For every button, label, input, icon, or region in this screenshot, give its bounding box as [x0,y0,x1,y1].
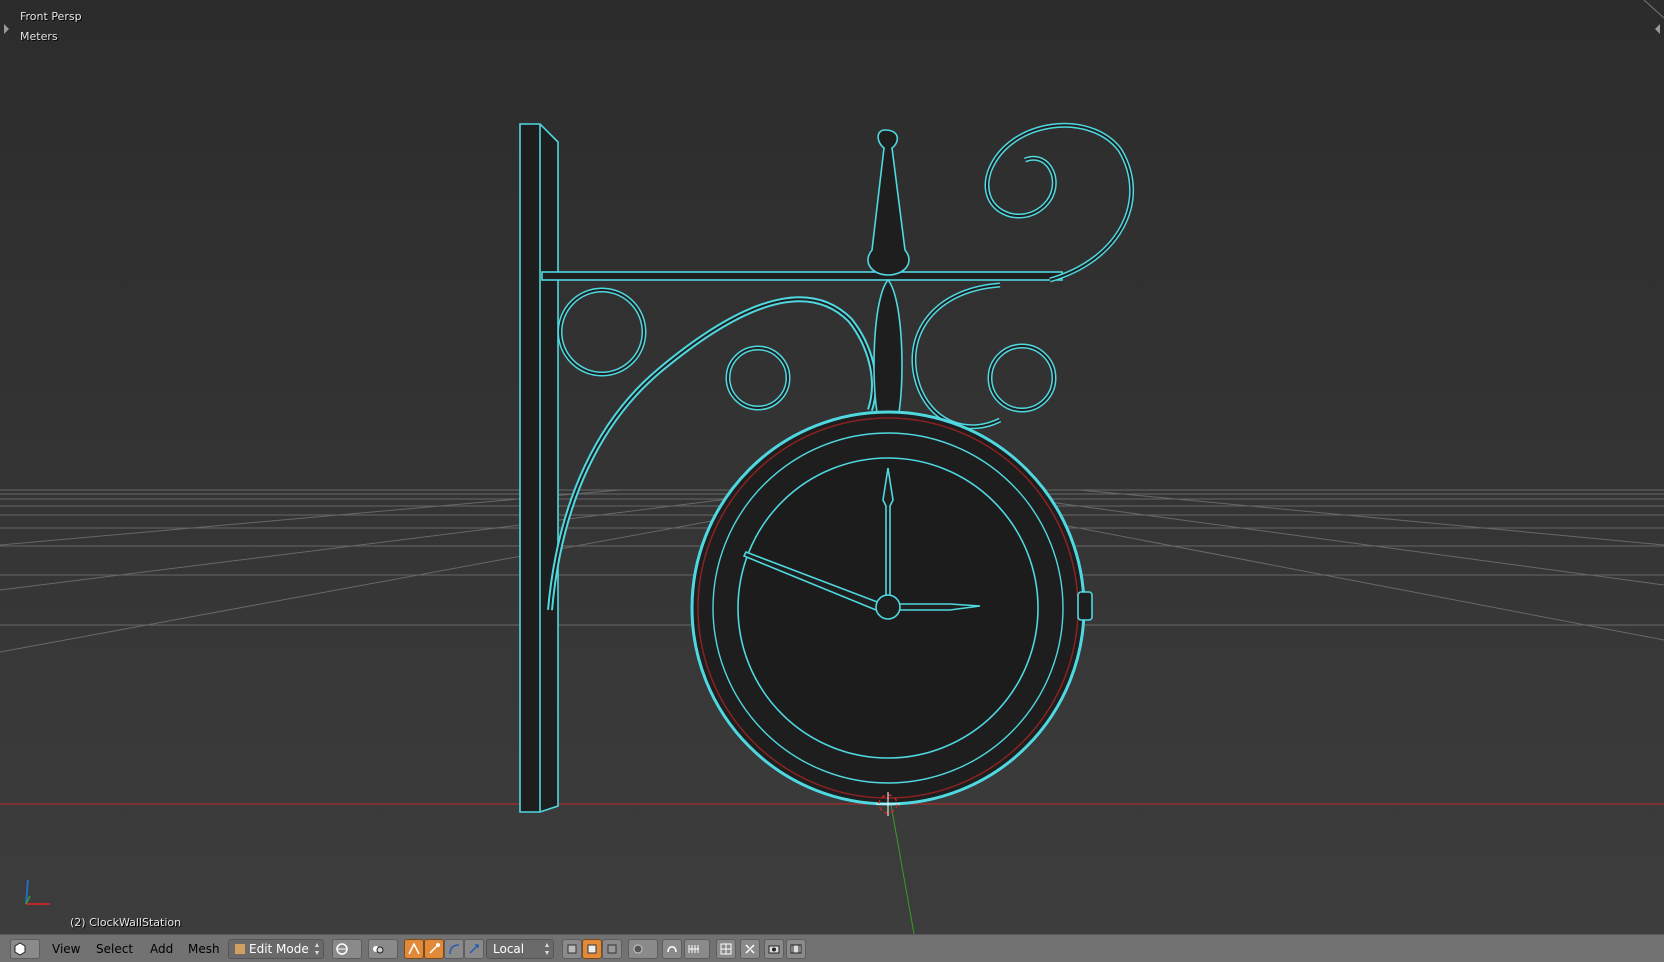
mode-label: Edit Mode [249,942,309,956]
menu-view[interactable]: View [46,939,86,959]
overlay-icon[interactable] [740,939,760,959]
menu-select[interactable]: Select [90,939,139,959]
hand-hub [875,594,901,620]
chevron-updown-icon [545,943,549,955]
clock-model [519,122,1135,813]
pivot-select[interactable]: Local [486,939,554,959]
menu-add[interactable]: Add [144,939,179,959]
render-icon[interactable] [764,939,784,959]
edge-select-icon[interactable] [444,939,464,959]
chevron-updown-icon [315,943,319,955]
wire-shading-icon[interactable] [582,939,602,959]
pivot-label: Local [493,942,525,956]
viewport-header: View Select Add Mesh Edit Mode Local [0,934,1664,962]
scroll-top-right [984,122,1135,283]
proportional-edit-icon[interactable] [628,939,658,959]
snap-element-icon[interactable] [684,939,710,959]
viewport-shading-icon[interactable] [332,939,362,959]
object-info-label: (2) ClockWallStation [70,916,182,929]
solid-shading-icon[interactable] [562,939,582,959]
spindle [873,278,903,426]
render-anim-icon[interactable] [786,939,806,959]
layers-icon[interactable] [716,939,736,959]
snap-icon[interactable] [662,939,682,959]
vertex-select-icon[interactable] [424,939,444,959]
3d-viewport[interactable]: Front Persp Meters (2) ClockWallStation [0,0,1664,934]
manipulator-icon[interactable] [404,939,424,959]
view-name-label: Front Persp [20,10,82,23]
face-select-icon[interactable] [464,939,484,959]
pivot-point-icon[interactable] [368,939,398,959]
editor-type-icon[interactable] [10,939,40,959]
arm-bar [541,271,1063,281]
units-label: Meters [20,30,58,43]
finial [867,129,910,276]
texture-shading-icon[interactable] [602,939,622,959]
crown-knob [1077,591,1093,621]
axis-widget [25,879,50,905]
mode-icon [235,944,245,954]
wall-plate [519,123,559,813]
scene-canvas[interactable] [0,0,1664,934]
mode-select[interactable]: Edit Mode [228,939,324,959]
menu-mesh[interactable]: Mesh [182,939,226,959]
right-brace [911,282,1002,430]
corner-widget-right [1655,24,1660,34]
corner-widget-left [4,24,9,34]
